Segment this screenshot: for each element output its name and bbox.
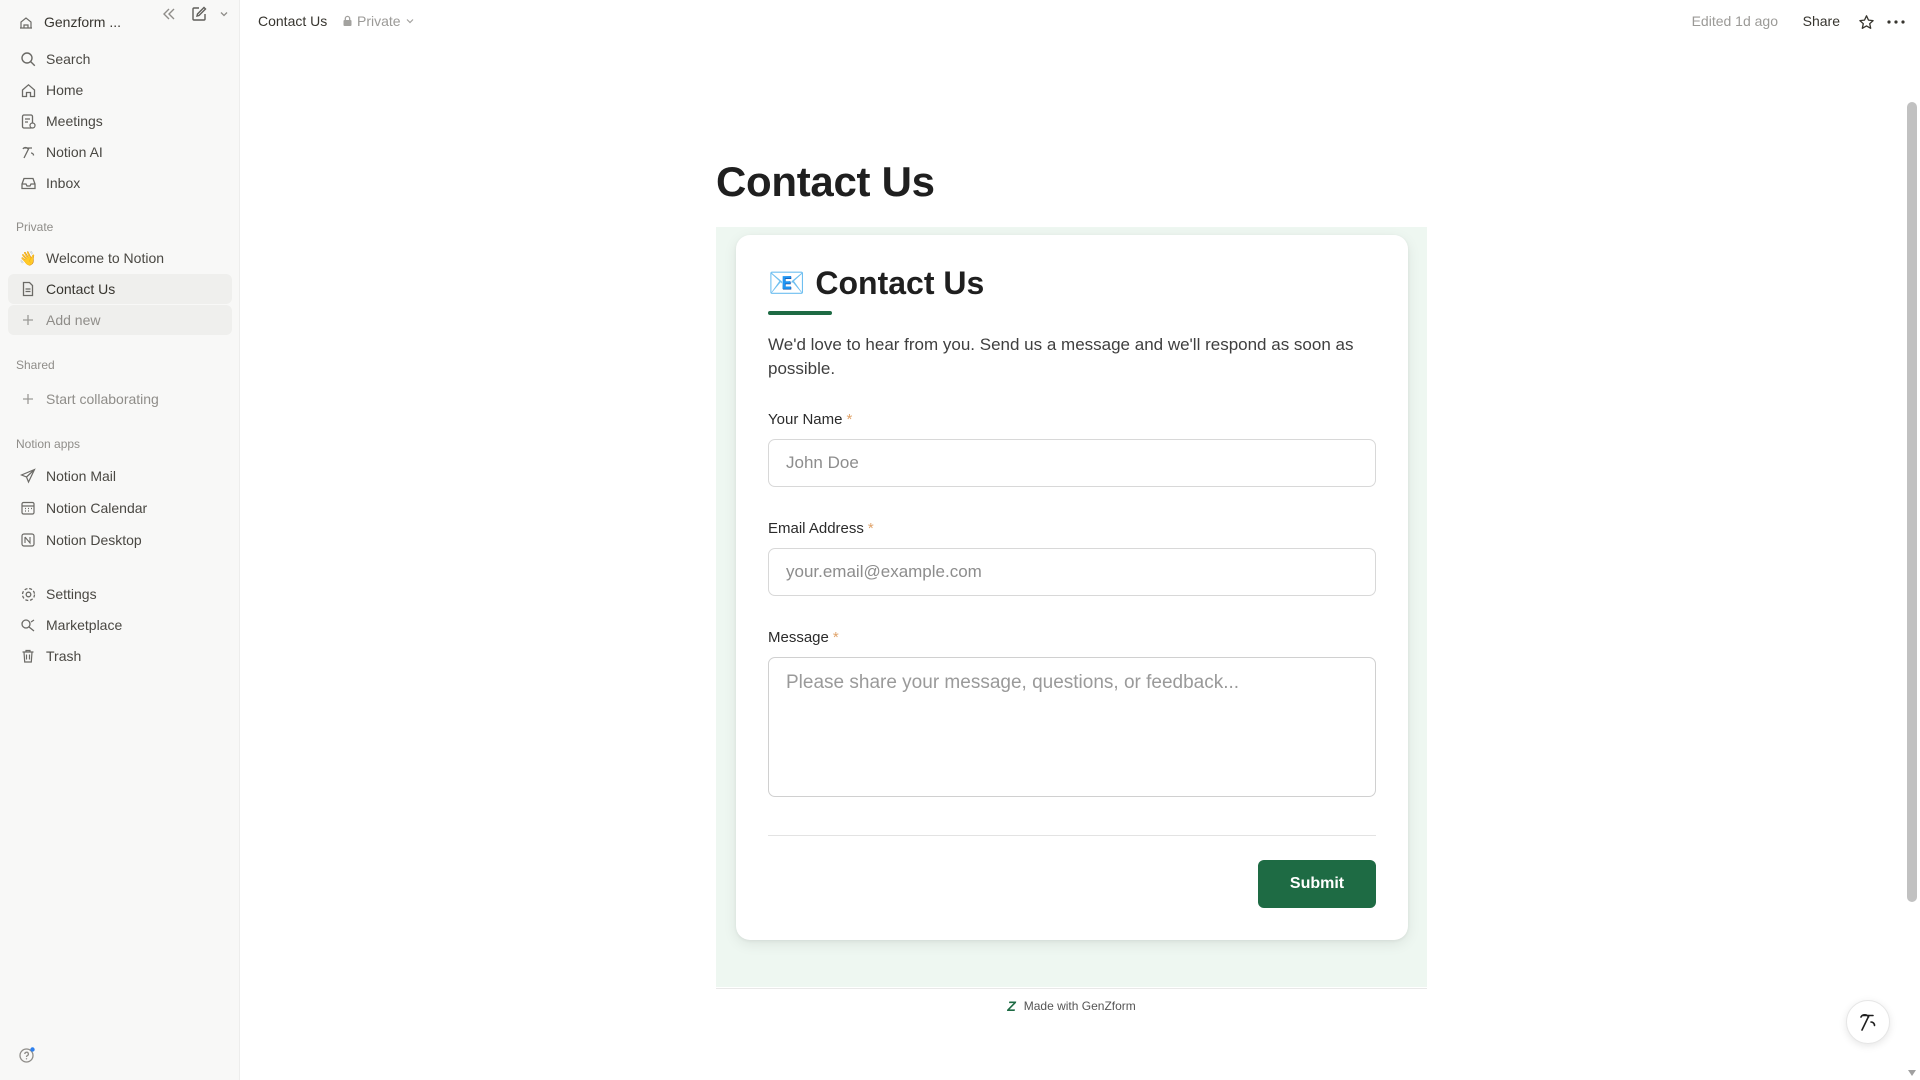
notion-ai-icon [18, 142, 38, 162]
sidebar-item-label: Inbox [46, 175, 81, 191]
plus-icon [18, 389, 38, 409]
made-with-footer[interactable]: Z Made with GenZform [716, 988, 1427, 1022]
sidebar-item-label: Trash [46, 648, 82, 664]
form-description: We'd love to hear from you. Send us a me… [768, 335, 1354, 378]
home-icon [18, 80, 38, 100]
chevron-down-icon [406, 19, 414, 24]
name-label: Your Name * [768, 411, 852, 428]
mail-send-icon [18, 466, 38, 486]
sidebar-item-notion-calendar[interactable]: Notion Calendar [8, 493, 232, 523]
privacy-label: Private [357, 13, 401, 29]
sidebar-item-inbox[interactable]: Inbox [8, 168, 232, 198]
edited-timestamp: Edited 1d ago [1691, 13, 1778, 29]
sidebar-item-contact-us[interactable]: Contact Us [8, 274, 232, 304]
inbox-icon [18, 173, 38, 193]
plus-icon [18, 310, 38, 330]
sidebar-item-label: Add new [46, 312, 101, 328]
message-label-text: Message [768, 629, 829, 646]
name-label-text: Your Name [768, 411, 843, 428]
help-icon[interactable] [16, 1044, 38, 1066]
sidebar-item-label: Marketplace [46, 617, 123, 633]
message-label: Message * [768, 629, 839, 646]
scroll-down-arrow-icon[interactable] [1908, 1070, 1916, 1076]
sidebar-item-notion-mail[interactable]: Notion Mail [8, 461, 232, 491]
privacy-menu[interactable]: Private [342, 13, 415, 29]
breadcrumb-page-title[interactable]: Contact Us [258, 13, 327, 29]
collapse-sidebar-icon[interactable] [159, 4, 179, 24]
calendar-icon [18, 498, 38, 518]
sidebar-item-trash[interactable]: Trash [8, 641, 232, 671]
sidebar-item-add-new[interactable]: Add new [8, 305, 232, 335]
workspace-name: Genzform ... [44, 14, 122, 30]
search-icon [18, 49, 38, 69]
sidebar-header-actions [159, 4, 229, 24]
sidebar-item-label: Notion AI [46, 144, 103, 160]
hand-wave-icon: 👋 [19, 249, 37, 266]
desktop-icon [18, 530, 38, 550]
contact-form-card: 📧 Contact Us We'd love to hear from you.… [736, 235, 1408, 940]
email-input[interactable] [768, 548, 1376, 596]
required-mark: * [867, 520, 874, 537]
name-input[interactable] [768, 439, 1376, 487]
topbar: Contact Us Private Edited 1d ago Share [240, 0, 1920, 44]
submit-button[interactable]: Submit [1258, 860, 1376, 908]
trash-icon [18, 646, 38, 666]
envelope-icon: 📧 [768, 267, 806, 300]
sidebar-item-welcome-to-notion[interactable]: 👋 Welcome to Notion [8, 243, 232, 273]
sidebar-item-home[interactable]: Home [8, 75, 232, 105]
heading-underline [768, 311, 832, 315]
sidebar-item-label: Settings [46, 586, 97, 602]
message-textarea[interactable] [768, 657, 1376, 797]
sidebar-item-search[interactable]: Search [8, 44, 232, 74]
meetings-icon [18, 111, 38, 131]
page-icon [18, 279, 38, 299]
form-heading-text: Contact Us [815, 265, 985, 301]
favorite-star-icon[interactable] [1856, 12, 1876, 32]
sidebar-item-meetings[interactable]: Meetings [8, 106, 232, 136]
notion-ai-icon [1860, 1013, 1876, 1031]
sidebar-item-label: Search [46, 51, 91, 67]
required-mark: * [846, 411, 853, 428]
sidebar-item-marketplace[interactable]: Marketplace [8, 610, 232, 640]
form-heading: 📧 Contact Us [768, 265, 984, 302]
sidebar-item-label: Notion Mail [46, 468, 117, 484]
section-label-shared: Shared [16, 358, 55, 372]
marketplace-icon [18, 615, 38, 635]
vertical-scrollbar[interactable] [1906, 44, 1920, 1080]
workspace-icon [18, 14, 34, 30]
page-title: Contact Us [716, 158, 935, 205]
sidebar-item-label: Notion Desktop [46, 532, 142, 548]
sidebar-item-label: Start collaborating [46, 391, 159, 407]
more-options-icon[interactable] [1884, 12, 1908, 32]
sidebar-item-label: Welcome to Notion [46, 250, 165, 266]
required-mark: * [832, 629, 839, 646]
sidebar-item-notion-desktop[interactable]: Notion Desktop [8, 525, 232, 555]
made-with-text: Made with GenZform [1023, 998, 1136, 1013]
sidebar-item-start-collaborating[interactable]: Start collaborating [8, 384, 232, 414]
chevron-down-icon[interactable] [219, 4, 229, 24]
sidebar-item-label: Contact Us [46, 281, 116, 297]
form-divider [768, 835, 1376, 836]
notion-ai-button[interactable] [1846, 1000, 1890, 1044]
genzform-logo-icon: Z [1007, 997, 1016, 1014]
section-label-private: Private [16, 220, 54, 234]
sidebar-item-notion-ai[interactable]: Notion AI [8, 137, 232, 167]
sidebar-item-settings[interactable]: Settings [8, 579, 232, 609]
new-page-icon[interactable] [189, 4, 209, 24]
scrollbar-thumb[interactable] [1907, 102, 1917, 902]
sidebar-item-label: Home [46, 82, 84, 98]
email-label-text: Email Address [768, 520, 864, 537]
sidebar-item-label: Meetings [46, 113, 103, 129]
section-label-notion-apps: Notion apps [16, 437, 81, 451]
gear-icon [18, 584, 38, 604]
lock-icon [343, 15, 352, 26]
sidebar: Genzform ... Search Home Meetings Notion… [0, 0, 240, 1080]
email-label: Email Address * [768, 520, 874, 537]
sidebar-item-label: Notion Calendar [46, 500, 148, 516]
share-button[interactable]: Share [1803, 13, 1840, 29]
